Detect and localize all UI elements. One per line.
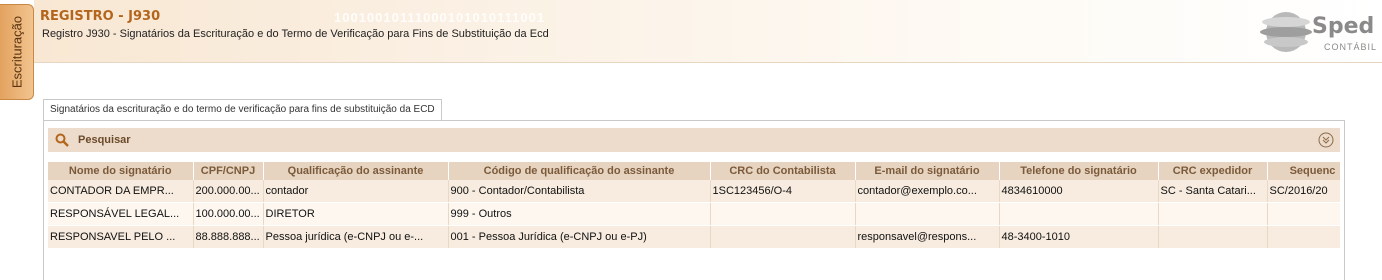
table-cell: contador@exemplo.co... — [855, 180, 1000, 203]
table-header-row: Nome do signatário CPF/CNPJ Qualificação… — [48, 162, 1340, 180]
table-cell — [1267, 225, 1340, 249]
header-decoration-binary: 10010010111000101010111001 — [334, 10, 546, 25]
double-chevron-down-icon[interactable] — [1318, 132, 1334, 148]
table-cell: contador — [263, 180, 449, 203]
column-header-crc-expedidor[interactable]: CRC expedidor — [1158, 162, 1268, 180]
table-cell: CONTADOR DA EMPR... — [48, 180, 194, 203]
table-cell: SC - Santa Catari... — [1158, 180, 1268, 203]
column-header-cpf-cnpj[interactable]: CPF/CNPJ — [193, 162, 264, 180]
table-cell: 48-3400-1010 — [999, 225, 1159, 249]
table-cell — [855, 202, 1000, 226]
table-cell: SC/2016/20 — [1267, 180, 1340, 203]
table-cell — [999, 202, 1159, 226]
page-subtitle: Registro J930 - Signatários da Escritura… — [42, 28, 549, 40]
logo-text: Sped — [1312, 14, 1375, 39]
sped-logo: Sped CONTÁBIL — [1260, 8, 1376, 56]
side-tab-label: Escrituração — [9, 15, 24, 89]
table-cell — [1158, 202, 1268, 226]
signatarios-panel: Pesquisar Nome do signatário CPF/CNPJ Qu… — [43, 120, 1345, 280]
column-header-telefone[interactable]: Telefone do signatário — [999, 162, 1159, 180]
table-cell: RESPONSAVEL PELO ... — [48, 225, 194, 249]
table-cell: 1SC123456/O-4 — [710, 180, 856, 203]
table-cell: 999 - Outros — [448, 202, 711, 226]
table-cell: 100.000.00... — [193, 202, 264, 226]
signatarios-grid: Nome do signatário CPF/CNPJ Qualificação… — [48, 162, 1340, 249]
table-row[interactable]: RESPONSAVEL PELO ... 88.888.888... Pesso… — [48, 225, 1340, 249]
table-cell: Pessoa jurídica (e-CNPJ ou e-... — [263, 225, 449, 249]
table-cell: DIRETOR — [263, 202, 449, 226]
table-cell: RESPONSÁVEL LEGAL... — [48, 202, 194, 226]
table-cell: 4834610000 — [999, 180, 1159, 203]
table-row[interactable]: RESPONSÁVEL LEGAL... 100.000.00... DIRET… — [48, 202, 1340, 226]
table-cell: 200.000.00... — [193, 180, 264, 203]
table-cell — [710, 202, 856, 226]
table-cell — [710, 225, 856, 249]
search-label: Pesquisar — [78, 134, 131, 146]
sped-globe-icon — [1260, 12, 1312, 52]
table-cell: 900 - Contador/Contabilista — [448, 180, 711, 203]
search-bar[interactable]: Pesquisar — [48, 128, 1340, 152]
table-cell: responsavel@respons... — [855, 225, 1000, 249]
table-row[interactable]: CONTADOR DA EMPR... 200.000.00... contad… — [48, 180, 1340, 203]
side-tab-escrituracao[interactable]: Escrituração — [0, 4, 34, 100]
logo-subtext: CONTÁBIL — [1324, 42, 1378, 52]
page-title: REGISTRO - J930 — [40, 9, 161, 24]
column-header-sequencial[interactable]: Sequenc — [1267, 162, 1340, 180]
column-header-crc-contabilista[interactable]: CRC do Contabilista — [710, 162, 856, 180]
table-cell — [1267, 202, 1340, 226]
column-header-nome[interactable]: Nome do signatário — [48, 162, 194, 180]
table-cell: 88.888.888... — [193, 225, 264, 249]
header-banner: 10010010111000101010111001 REGISTRO - J9… — [34, 0, 1382, 63]
table-cell — [1158, 225, 1268, 249]
tab-signatarios[interactable]: Signatários da escrituração e do termo d… — [43, 99, 442, 120]
table-cell: 001 - Pessoa Jurídica (e-CNPJ ou e-PJ) — [448, 225, 711, 249]
column-header-codigo-qualificacao[interactable]: Código de qualificação do assinante — [448, 162, 711, 180]
search-icon — [54, 132, 70, 148]
column-header-qualificacao[interactable]: Qualificação do assinante — [263, 162, 449, 180]
column-header-email[interactable]: E-mail do signatário — [855, 162, 1000, 180]
